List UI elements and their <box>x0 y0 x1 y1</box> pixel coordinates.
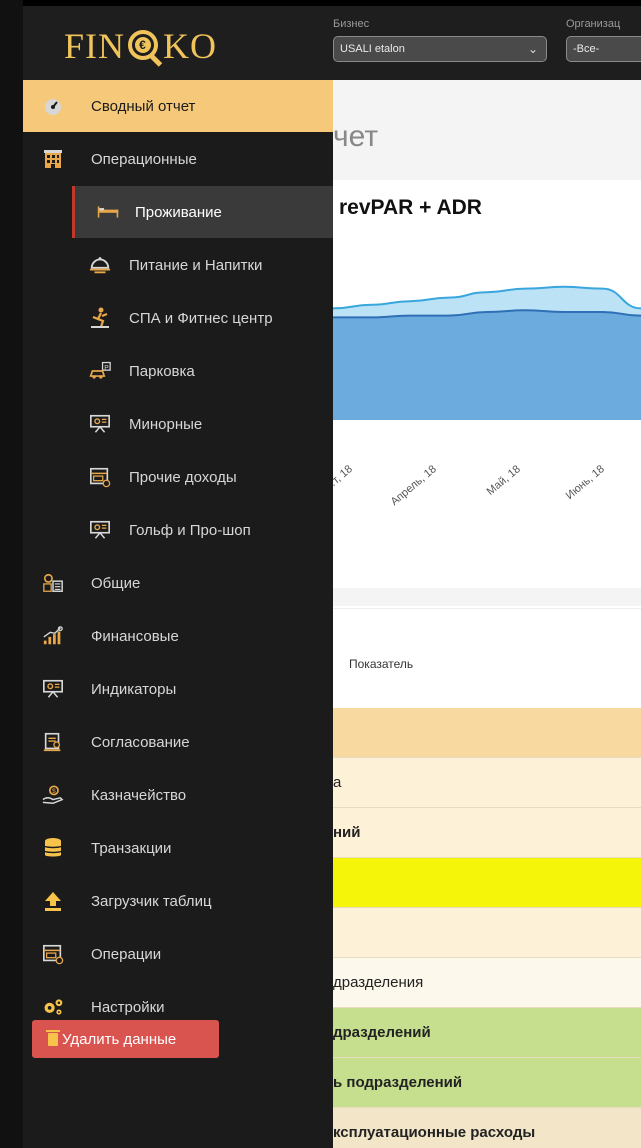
business-filter: Бизнес USALI etalon ⌄ <box>333 16 547 62</box>
logo-coin: € <box>135 37 152 53</box>
database-icon <box>42 837 64 859</box>
business-select-value: USALI etalon <box>340 43 405 55</box>
sidebar: Сводный отчет Операционные Проживание Питан… <box>23 80 333 1148</box>
sidebar-item-label: Индикаторы <box>91 680 177 698</box>
table-row: а <box>333 758 641 808</box>
sidebar-item[interactable]: СПА и Фитнес центр <box>23 292 333 344</box>
sidebar-item-label: Общие <box>91 574 141 592</box>
business-select[interactable]: USALI etalon ⌄ <box>333 36 547 62</box>
sidebar-item-label: Казначейство <box>91 786 187 804</box>
revpar-adr-chart: …т, 18Апрель, 18Май, 18Июнь, 18Июл… <box>333 285 641 508</box>
sidebar-item-label: Финансовые <box>91 627 179 645</box>
sidebar-item[interactable]: Операционные <box>23 133 333 185</box>
organization-label: Организац <box>566 18 621 30</box>
sidebar-item-label: Сводный отчет <box>91 97 196 115</box>
svg-text:P: P <box>104 364 109 371</box>
sidebar-item-label: Питание и Напитки <box>129 256 263 274</box>
sidebar-item-label: Прочие доходы <box>129 468 237 486</box>
gears-icon <box>42 996 64 1018</box>
sidebar-item-label: Проживание <box>135 203 222 221</box>
sidebar-item-label: СПА и Фитнес центр <box>129 309 273 327</box>
presentation-icon <box>42 678 64 700</box>
sidebar-item[interactable]: Общие <box>23 557 333 609</box>
building-icon <box>42 148 64 170</box>
delete-data-label: Удалить данные <box>62 1030 177 1048</box>
car-parking-icon: P <box>89 360 111 382</box>
sidebar-item[interactable]: P Парковка <box>23 345 333 397</box>
sidebar-item[interactable]: Сводный отчет <box>23 80 333 132</box>
sidebar-item[interactable]: Минорные <box>23 398 333 450</box>
food-cloche-icon <box>89 254 111 276</box>
table-row: дразделения <box>333 958 641 1008</box>
logo-magnifier-icon: € <box>126 28 163 67</box>
sidebar-item-label: Гольф и Про-шоп <box>129 521 251 539</box>
organization-select[interactable]: -Все- <box>566 36 641 62</box>
svg-text:$: $ <box>52 788 56 795</box>
x-tick-label: Апрель, 18 <box>389 463 439 508</box>
logo[interactable]: FIN € KO <box>64 22 217 70</box>
sidebar-item[interactable]: $ Казначейство <box>23 769 333 821</box>
presentation-icon <box>89 519 111 541</box>
chevron-down-icon: ⌄ <box>527 42 539 56</box>
sidebar-item[interactable]: Согласование <box>23 716 333 768</box>
upload-icon <box>42 890 64 912</box>
trash-icon <box>46 1029 60 1046</box>
treasury-hand-icon: $ <box>42 784 64 806</box>
growth-chart-icon <box>42 625 64 647</box>
dashboard-icon <box>42 95 64 117</box>
sidebar-item[interactable]: Проживание <box>72 186 333 238</box>
sidebar-item[interactable]: Загрузчик таблиц <box>23 875 333 927</box>
table-row: ксплуатационные расходы <box>333 1108 641 1148</box>
sidebar-item[interactable]: Прочие доходы <box>23 451 333 503</box>
table-header: Показатель <box>333 608 641 708</box>
chart-ticks: …т, 18Апрель, 18Май, 18Июнь, 18Июл… <box>333 463 607 508</box>
table-row: ний <box>333 808 641 858</box>
chart-title: revPAR + ADR <box>339 196 482 219</box>
x-tick-label: Июнь, 18 <box>564 463 607 502</box>
table-row <box>333 708 641 758</box>
table-row: ь подразделений <box>333 1058 641 1108</box>
general-icon <box>42 572 64 594</box>
sidebar-item[interactable]: Операции <box>23 928 333 980</box>
sidebar-item-label: Согласование <box>91 733 190 751</box>
sidebar-item[interactable]: Индикаторы <box>23 663 333 715</box>
sidebar-edge <box>0 0 23 1148</box>
cash-register-icon <box>89 466 111 488</box>
table-row <box>333 858 641 908</box>
logo-text-right: KO <box>163 26 218 66</box>
x-tick-label: …т, 18 <box>333 463 355 494</box>
sidebar-item[interactable]: Транзакции <box>23 822 333 874</box>
table-row <box>333 908 641 958</box>
sidebar-item[interactable]: Гольф и Про-шоп <box>23 504 333 556</box>
sidebar-item-label: Настройки <box>91 998 165 1016</box>
business-label: Бизнес <box>333 18 370 30</box>
chart-card: …т, 18Апрель, 18Май, 18Июнь, 18Июл… revP… <box>333 180 641 588</box>
cash-register-icon <box>42 943 64 965</box>
sidebar-item[interactable]: Финансовые <box>23 610 333 662</box>
sidebar-item-label: Операции <box>91 945 162 963</box>
fitness-icon <box>89 307 111 329</box>
page-title: чет <box>333 120 379 153</box>
main-content: чет …т, 18Апрель, 18Май, 18Июнь, 18Июл… … <box>333 80 641 1148</box>
sidebar-item-label: Загрузчик таблиц <box>91 892 212 910</box>
sidebar-item-label: Минорные <box>129 415 203 433</box>
logo-text-left: FIN <box>64 26 126 66</box>
top-header: FIN € KO Бизнес USALI etalon ⌄ Организац… <box>0 0 641 80</box>
presentation-icon <box>89 413 111 435</box>
sidebar-item-label: Операционные <box>91 150 197 168</box>
bed-icon <box>97 201 119 223</box>
column-header-indicator: Показатель <box>349 657 414 671</box>
organization-select-value: -Все- <box>573 43 600 55</box>
sidebar-item[interactable]: Питание и Напитки <box>23 239 333 291</box>
table-row: драздeлений <box>333 1008 641 1058</box>
delete-data-button[interactable]: Удалить данные <box>32 1020 219 1058</box>
chart-areas <box>333 285 641 420</box>
x-tick-label: Май, 18 <box>485 463 523 498</box>
sidebar-item-label: Парковка <box>129 362 195 380</box>
sidebar-item-label: Транзакции <box>91 839 172 857</box>
chart-series-area <box>333 310 641 420</box>
app-window: чет …т, 18Апрель, 18Май, 18Июнь, 18Июл… … <box>0 0 641 1148</box>
organization-filter: Организац -Все- <box>566 16 641 62</box>
approval-icon <box>42 731 64 753</box>
